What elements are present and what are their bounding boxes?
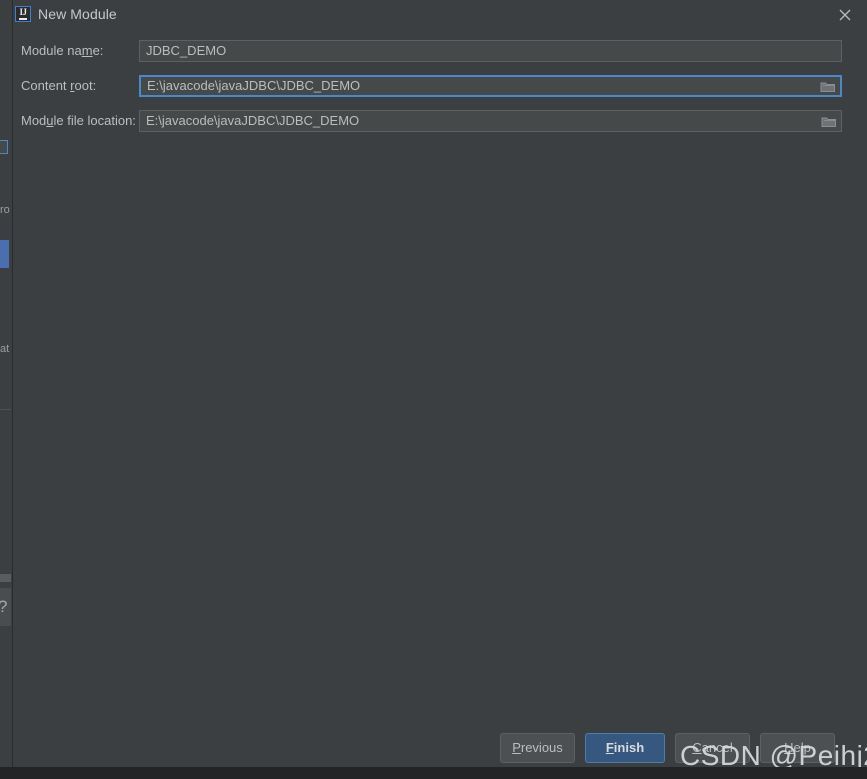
content-root-label: Content root: [21, 78, 97, 93]
background-focused-item [0, 140, 8, 154]
dialog-titlebar: IJ New Module [13, 0, 867, 29]
module-name-value: JDBC_DEMO [146, 43, 227, 58]
module-name-label: Module name: [21, 43, 104, 58]
intellij-idea-icon: IJ [15, 6, 31, 22]
close-icon[interactable] [823, 0, 867, 29]
background-selected-item[interactable] [0, 240, 9, 268]
module-file-location-label: Module file location: [21, 113, 136, 128]
module-file-location-field[interactable]: E:\javacode\javaJDBC\JDBC_DEMO [139, 110, 842, 132]
form-row-module-name: Module name: JDBC_DEMO [13, 40, 867, 62]
content-root-field[interactable]: E:\javacode\javaJDBC\JDBC_DEMO [139, 75, 842, 97]
module-name-field[interactable]: JDBC_DEMO [139, 40, 842, 62]
background-text-fragment: ro [0, 204, 10, 216]
dialog-title: New Module [38, 6, 117, 22]
module-file-location-value: E:\javacode\javaJDBC\JDBC_DEMO [146, 113, 360, 128]
content-root-value: E:\javacode\javaJDBC\JDBC_DEMO [147, 78, 361, 93]
form-row-module-file-location: Module file location: E:\javacode\javaJD… [13, 110, 867, 132]
background-left-panel [0, 0, 13, 779]
folder-icon[interactable] [821, 115, 837, 128]
folder-icon[interactable] [820, 80, 836, 93]
help-button[interactable]: Help [760, 733, 835, 763]
background-text-fragment: at [0, 343, 10, 355]
previous-button[interactable]: Previous [500, 733, 575, 763]
desktop-background [0, 767, 867, 779]
background-divider [0, 409, 11, 410]
new-module-dialog: IJ New Module Module name: JDBC_DEMO Con… [13, 0, 867, 767]
finish-button[interactable]: Finish [585, 733, 665, 763]
cancel-button[interactable]: Cancel [675, 733, 750, 763]
question-mark-icon[interactable]: ? [0, 588, 11, 626]
background-scrollbar[interactable] [0, 574, 11, 582]
dialog-button-bar: Previous Finish Cancel Help [13, 733, 867, 763]
form-row-content-root: Content root: E:\javacode\javaJDBC\JDBC_… [13, 75, 867, 97]
